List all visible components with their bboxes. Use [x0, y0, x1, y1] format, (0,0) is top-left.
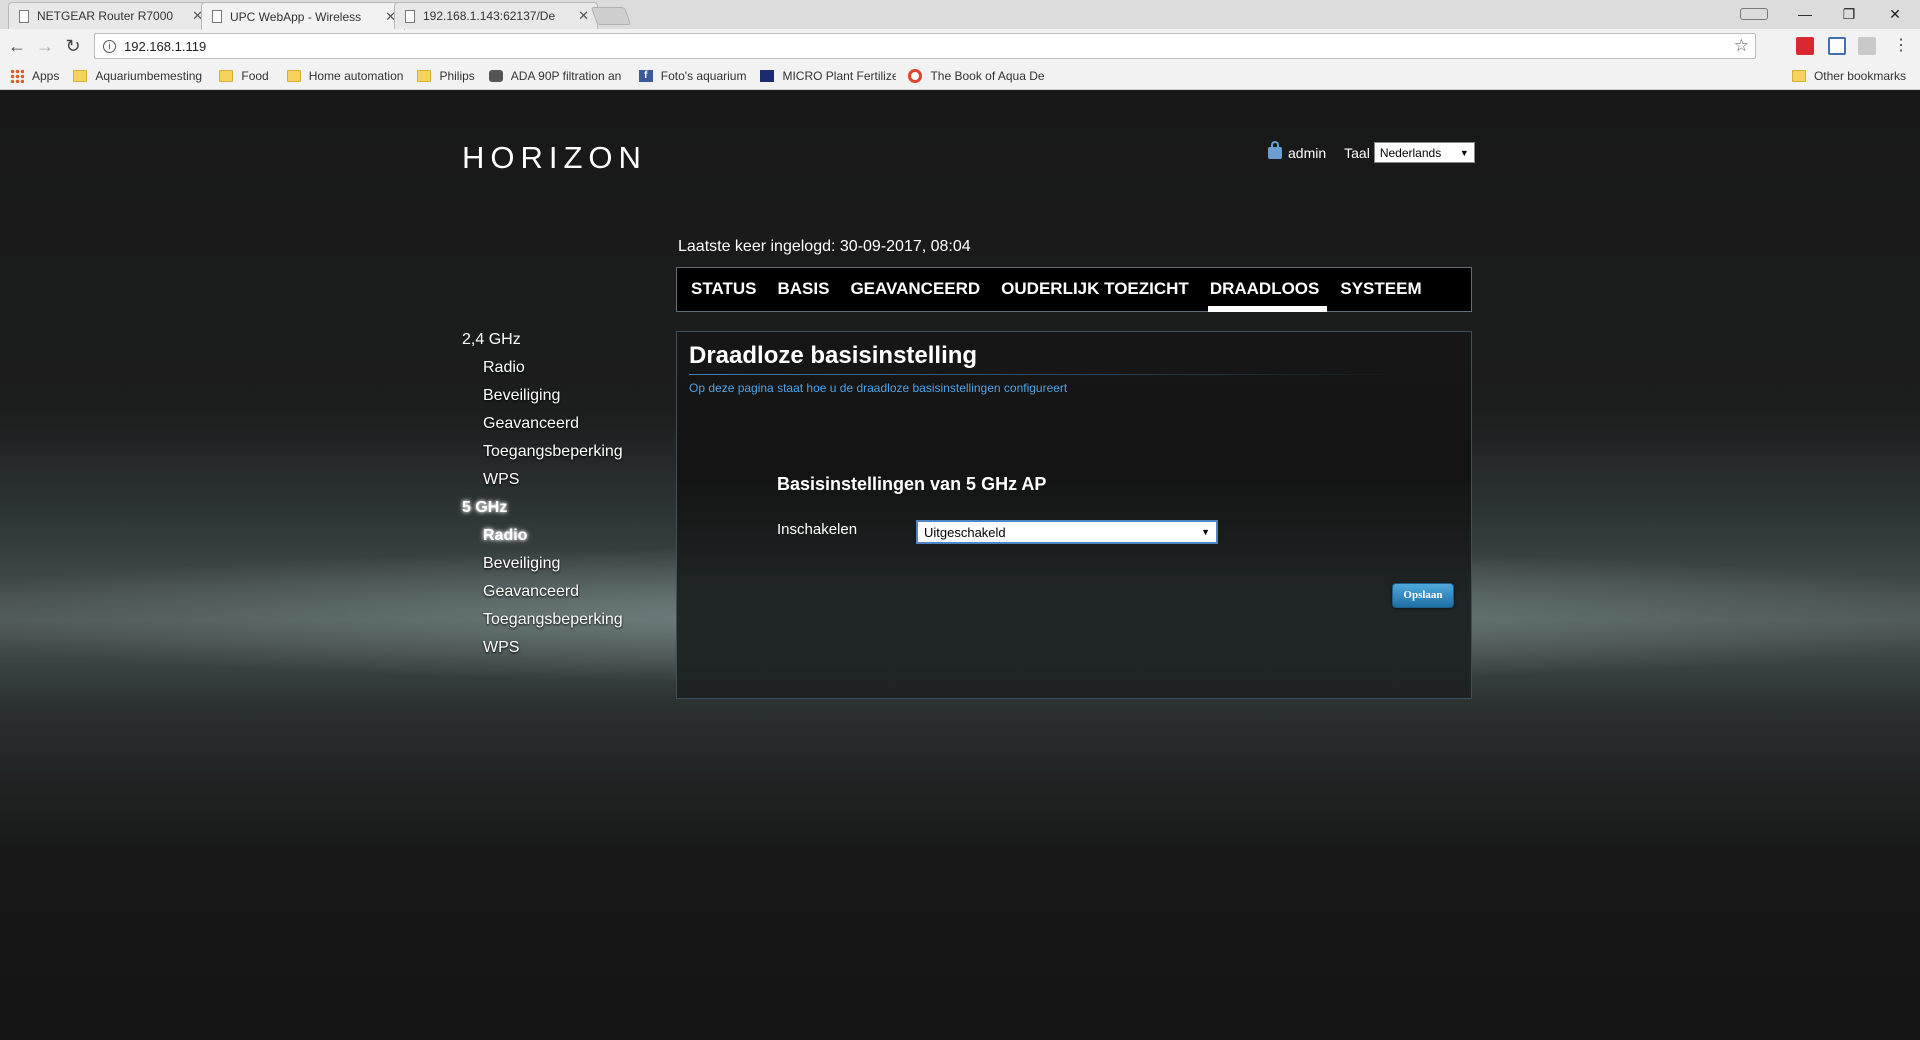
router-page: HORIZON admin Taal Nederlands ▼ Laatste …: [0, 90, 1920, 1040]
bookmark-philips[interactable]: Philips: [417, 69, 475, 83]
book-icon: [908, 69, 923, 83]
bookmark-aquariumbemesting[interactable]: Aquariumbemesting: [73, 69, 207, 83]
folder-icon: [286, 70, 301, 82]
main-nav: STATUS BASIS GEAVANCEERD OUDERLIJK TOEZI…: [676, 267, 1472, 312]
facebook-icon: f: [638, 70, 653, 82]
folder-icon: [1791, 70, 1806, 82]
sidenav-item-2-4-wps[interactable]: WPS: [462, 466, 662, 494]
save-button[interactable]: Opslaan: [1392, 583, 1454, 608]
sidenav-group-2-4ghz[interactable]: 2,4 GHz: [462, 326, 662, 354]
browser-tab-upc-webapp[interactable]: UPC WebApp - Wireless ✕: [201, 2, 405, 30]
sidenav-item-5-toegangsbeperking[interactable]: Toegangsbeperking: [462, 606, 662, 634]
sidenav-item-2-4-beveiliging[interactable]: Beveiliging: [462, 382, 662, 410]
last-login-text: Laatste keer ingelogd: 30-09-2017, 08:04: [678, 238, 971, 255]
chevron-down-icon: ▼: [1201, 527, 1210, 537]
sidenav-item-5-radio[interactable]: Radio: [462, 522, 662, 550]
tab-strip: NETGEAR Router R7000 ✕ UPC WebApp - Wire…: [0, 0, 1920, 30]
tab-title: UPC WebApp - Wireless: [230, 9, 362, 24]
nav-geavanceerd[interactable]: GEAVANCEERD: [848, 267, 982, 312]
tab-title: NETGEAR Router R7000: [37, 9, 174, 23]
nav-basis[interactable]: BASIS: [775, 267, 831, 312]
folder-icon: [417, 70, 432, 82]
sidenav-item-2-4-radio[interactable]: Radio: [462, 354, 662, 382]
bookmark-apps[interactable]: Apps: [10, 69, 59, 83]
language-label: Taal: [1344, 144, 1370, 161]
chevron-down-icon: ▼: [1459, 147, 1469, 158]
folder-icon: [73, 70, 88, 82]
tab-title: 192.168.1.143:62137/De: [423, 9, 556, 23]
restore-icon[interactable]: ❐: [1826, 0, 1872, 28]
side-nav: 2,4 GHz Radio Beveiliging Geavanceerd To…: [462, 326, 662, 662]
ada-icon: [488, 70, 503, 82]
bookmarks-bar: Apps Aquariumbemesting Food Home automat…: [0, 63, 1920, 89]
bookmark-home-automation[interactable]: Home automation: [286, 69, 403, 83]
extension-lastpass-icon[interactable]: [1796, 37, 1814, 55]
page-title: Draadloze basisinstelling: [689, 342, 978, 369]
extension-pin-icon[interactable]: [1858, 37, 1876, 55]
sidenav-group-5ghz[interactable]: 5 GHz: [462, 494, 662, 522]
micro-icon: [760, 70, 775, 82]
lock-icon: [1268, 140, 1282, 159]
nav-status[interactable]: STATUS: [689, 267, 758, 312]
page-description: Op deze pagina staat hoe u de draadloze …: [689, 381, 1068, 395]
sidenav-item-2-4-toegangsbeperking[interactable]: Toegangsbeperking: [462, 438, 662, 466]
back-icon[interactable]: ←: [6, 36, 28, 58]
profile-icon[interactable]: [1740, 8, 1768, 20]
close-icon[interactable]: ✕: [578, 8, 589, 24]
section-title: Basisinstellingen van 5 GHz AP: [777, 474, 1047, 494]
nav-ouderlijk-toezicht[interactable]: OUDERLIJK TOEZICHT: [999, 267, 1191, 312]
settings-panel: Draadloze basisinstelling Op deze pagina…: [676, 331, 1472, 699]
horizon-logo: HORIZON: [462, 140, 647, 175]
page-icon: [19, 9, 29, 23]
url-text: 192.168.1.119: [124, 38, 207, 54]
apps-grid-icon: [10, 69, 24, 83]
extension-rss-icon[interactable]: [1828, 37, 1846, 55]
bookmark-food[interactable]: Food: [219, 69, 269, 83]
page-icon: [405, 9, 415, 23]
sidenav-item-5-beveiliging[interactable]: Beveiliging: [462, 550, 662, 578]
sidenav-item-5-wps[interactable]: WPS: [462, 634, 662, 662]
bookmark-fotos-aquarium[interactable]: f Foto's aquarium: [638, 69, 746, 83]
minimize-icon[interactable]: —: [1782, 0, 1828, 28]
address-bar[interactable]: i 192.168.1.119 ☆: [94, 33, 1756, 59]
new-tab-button[interactable]: [590, 7, 632, 25]
browser-tab-netgear[interactable]: NETGEAR Router R7000 ✕: [8, 2, 212, 29]
sidenav-item-2-4-geavanceerd[interactable]: Geavanceerd: [462, 410, 662, 438]
bookmark-book-of-aqua[interactable]: The Book of Aqua De: [908, 69, 1044, 83]
username: admin: [1288, 144, 1327, 161]
user-area: admin Taal Nederlands ▼: [1268, 140, 1475, 163]
nav-draadloos[interactable]: DRAADLOOS: [1207, 267, 1327, 312]
reload-icon[interactable]: ↻: [62, 36, 84, 58]
info-icon[interactable]: i: [103, 39, 116, 53]
page-icon: [212, 10, 222, 23]
nav-systeem[interactable]: SYSTEEM: [1338, 267, 1423, 312]
enable-label: Inschakelen: [777, 521, 858, 538]
menu-icon[interactable]: ⋮: [1890, 36, 1912, 58]
browser-chrome: NETGEAR Router R7000 ✕ UPC WebApp - Wire…: [0, 0, 1920, 90]
folder-icon: [219, 70, 234, 82]
bookmark-ada[interactable]: ADA 90P filtration an: [488, 69, 625, 83]
sidenav-item-5-geavanceerd[interactable]: Geavanceerd: [462, 578, 662, 606]
close-window-icon[interactable]: ✕: [1872, 0, 1918, 28]
title-divider: [689, 374, 1409, 375]
bookmark-micro-plant[interactable]: MICRO Plant Fertilize: [760, 69, 896, 83]
browser-tab-devices[interactable]: 192.168.1.143:62137/De ✕: [394, 2, 598, 29]
other-bookmarks[interactable]: Other bookmarks: [1791, 63, 1906, 89]
language-select[interactable]: Nederlands ▼: [1373, 142, 1475, 163]
star-icon[interactable]: ☆: [1734, 36, 1749, 56]
forward-icon[interactable]: →: [34, 36, 56, 58]
browser-toolbar: ← → ↻ i 192.168.1.119 ☆ ⋮: [0, 29, 1920, 63]
enable-select[interactable]: Uitgeschakeld ▼: [916, 520, 1218, 544]
